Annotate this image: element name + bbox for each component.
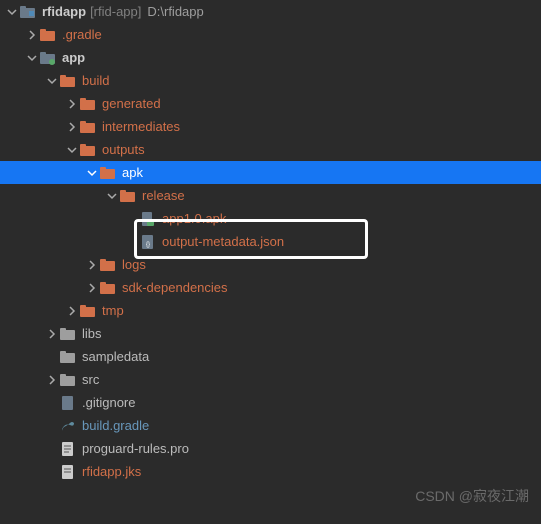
tree-row[interactable]: sdk-dependencies bbox=[0, 276, 541, 299]
module-folder-icon bbox=[20, 4, 36, 20]
file-label: app1.0.apk bbox=[162, 211, 226, 226]
folder-label: logs bbox=[122, 257, 146, 272]
file-label: .gitignore bbox=[82, 395, 135, 410]
folder-icon bbox=[120, 188, 136, 204]
chevron-down-icon[interactable] bbox=[104, 188, 120, 204]
gradle-file-icon bbox=[60, 418, 76, 434]
tree-row[interactable]: outputs bbox=[0, 138, 541, 161]
folder-label: .gradle bbox=[62, 27, 102, 42]
folder-label: libs bbox=[82, 326, 102, 341]
chevron-right-icon[interactable] bbox=[44, 326, 60, 342]
file-label: rfidapp.jks bbox=[82, 464, 141, 479]
chevron-right-icon[interactable] bbox=[64, 303, 80, 319]
text-file-icon bbox=[60, 464, 76, 480]
folder-icon bbox=[40, 27, 56, 43]
folder-label: tmp bbox=[102, 303, 124, 318]
folder-label: generated bbox=[102, 96, 161, 111]
file-label: output-metadata.json bbox=[162, 234, 284, 249]
apk-file-icon bbox=[140, 211, 156, 227]
tree-row-file[interactable]: app1.0.apk bbox=[0, 207, 541, 230]
folder-icon bbox=[100, 280, 116, 296]
chevron-down-icon[interactable] bbox=[84, 165, 100, 181]
tree-row[interactable]: release bbox=[0, 184, 541, 207]
folder-icon bbox=[80, 96, 96, 112]
tree-row[interactable]: generated bbox=[0, 92, 541, 115]
chevron-right-icon[interactable] bbox=[64, 119, 80, 135]
file-label: build.gradle bbox=[82, 418, 149, 433]
file-label: proguard-rules.pro bbox=[82, 441, 189, 456]
tree-row-file[interactable]: {} output-metadata.json bbox=[0, 230, 541, 253]
json-file-icon: {} bbox=[140, 234, 156, 250]
folder-label: sdk-dependencies bbox=[122, 280, 228, 295]
tree-row[interactable]: tmp bbox=[0, 299, 541, 322]
tree-row[interactable]: .gradle bbox=[0, 23, 541, 46]
tree-row-file[interactable]: .gitignore bbox=[0, 391, 541, 414]
chevron-right-icon[interactable] bbox=[24, 27, 40, 43]
folder-icon bbox=[60, 326, 76, 342]
tree-row-root[interactable]: rfidapp [rfid-app] D:\rfidapp bbox=[0, 0, 541, 23]
folder-label: src bbox=[82, 372, 99, 387]
tree-row-file[interactable]: proguard-rules.pro bbox=[0, 437, 541, 460]
folder-label: app bbox=[62, 50, 85, 65]
folder-icon bbox=[80, 303, 96, 319]
chevron-right-icon[interactable] bbox=[84, 280, 100, 296]
text-file-icon bbox=[60, 441, 76, 457]
module-path: D:\rfidapp bbox=[147, 4, 203, 19]
svg-text:{}: {} bbox=[146, 242, 150, 248]
folder-label: sampledata bbox=[82, 349, 149, 364]
watermark: CSDN @寂夜江潮 bbox=[415, 486, 529, 506]
folder-icon bbox=[60, 73, 76, 89]
chevron-right-icon[interactable] bbox=[44, 372, 60, 388]
module-name: rfidapp bbox=[42, 4, 86, 19]
folder-label: outputs bbox=[102, 142, 145, 157]
tree-row[interactable]: intermediates bbox=[0, 115, 541, 138]
tree-row[interactable]: build bbox=[0, 69, 541, 92]
chevron-right-icon[interactable] bbox=[84, 257, 100, 273]
folder-label: apk bbox=[122, 165, 143, 180]
module-alias: [rfid-app] bbox=[90, 4, 141, 19]
folder-icon bbox=[60, 372, 76, 388]
tree-row[interactable]: app bbox=[0, 46, 541, 69]
folder-label: intermediates bbox=[102, 119, 180, 134]
tree-row-file[interactable]: build.gradle bbox=[0, 414, 541, 437]
tree-row-selected[interactable]: apk bbox=[0, 161, 541, 184]
tree-row[interactable]: libs bbox=[0, 322, 541, 345]
folder-icon bbox=[80, 142, 96, 158]
folder-icon bbox=[80, 119, 96, 135]
chevron-right-icon[interactable] bbox=[64, 96, 80, 112]
folder-label: build bbox=[82, 73, 109, 88]
chevron-down-icon[interactable] bbox=[44, 73, 60, 89]
tree-row[interactable]: sampledata bbox=[0, 345, 541, 368]
tree-row-file[interactable]: rfidapp.jks bbox=[0, 460, 541, 483]
folder-icon bbox=[60, 349, 76, 365]
gitignore-file-icon bbox=[60, 395, 76, 411]
module-folder-icon bbox=[40, 50, 56, 66]
folder-label: release bbox=[142, 188, 185, 203]
folder-icon bbox=[100, 257, 116, 273]
chevron-down-icon[interactable] bbox=[4, 4, 20, 20]
tree-row[interactable]: src bbox=[0, 368, 541, 391]
folder-icon bbox=[100, 165, 116, 181]
tree-row[interactable]: logs bbox=[0, 253, 541, 276]
chevron-down-icon[interactable] bbox=[24, 50, 40, 66]
chevron-down-icon[interactable] bbox=[64, 142, 80, 158]
